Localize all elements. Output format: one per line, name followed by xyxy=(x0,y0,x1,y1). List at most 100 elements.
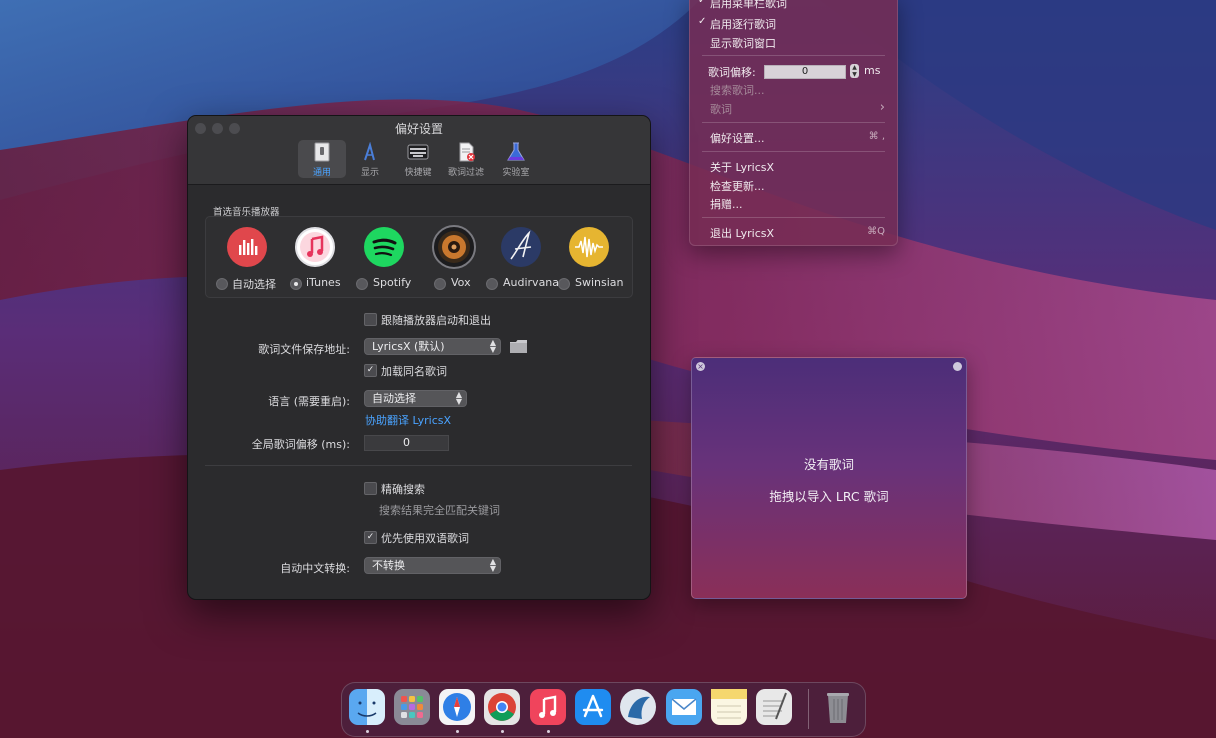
tab-display-label: 显示 xyxy=(360,168,379,178)
menu-separator xyxy=(702,217,885,218)
running-indicator xyxy=(456,730,459,733)
strict-search-label: 精确搜索 xyxy=(381,483,425,496)
auto-select-icon[interactable] xyxy=(227,227,267,267)
keyboard-icon xyxy=(407,144,429,160)
player-label-itunes: iTunes xyxy=(306,276,341,289)
menu-item-preferences[interactable]: 偏好设置... xyxy=(710,130,765,146)
player-label-swinsian: Swinsian xyxy=(575,276,624,289)
tab-lyrics-filter[interactable]: 歌词过滤 xyxy=(444,140,488,178)
load-same-name-checkbox[interactable]: ✓ xyxy=(364,364,377,377)
flask-icon xyxy=(507,142,525,161)
menu-separator xyxy=(702,122,885,123)
menu-item-search-lyrics[interactable]: 搜索歌词... xyxy=(710,82,765,98)
dock-divider xyxy=(808,689,809,729)
strict-search-checkbox[interactable] xyxy=(364,482,377,495)
drag-hint-text: 拖拽以导入 LRC 歌词 xyxy=(769,489,889,504)
radio-audirvana[interactable] xyxy=(486,278,498,290)
offset-label: 歌词偏移: xyxy=(708,66,756,79)
popup-arrows-icon: ▲ ▼ xyxy=(489,557,496,573)
menu-item-about[interactable]: 关于 LyricsX xyxy=(710,159,774,175)
save-location-popup[interactable]: LyricsX (默认) ▲ ▼ xyxy=(364,338,501,355)
notes-icon[interactable] xyxy=(711,689,747,725)
running-indicator xyxy=(547,730,550,733)
language-value: 自动选择 xyxy=(372,392,416,405)
launch-with-player-checkbox[interactable] xyxy=(364,313,377,326)
vox-icon[interactable] xyxy=(432,225,476,269)
launch-with-player-label: 跟随播放器启动和退出 xyxy=(381,314,491,327)
radio-vox[interactable] xyxy=(434,278,446,290)
save-location-label: 歌词文件保存地址: xyxy=(258,343,350,356)
music-icon[interactable] xyxy=(530,689,566,725)
audirvana-icon[interactable] xyxy=(501,227,541,267)
tab-shortcuts[interactable]: 快捷键 xyxy=(398,140,438,178)
running-indicator xyxy=(501,730,504,733)
menu-item-check-updates[interactable]: 检查更新... xyxy=(710,178,765,194)
preferences-window: 偏好设置 通用 显示 快捷键 歌词过滤 实验室 首选音乐播放器 自动选择 iTu… xyxy=(187,115,651,600)
offset-input[interactable]: 0 xyxy=(764,65,846,79)
load-same-name-label: 加载同名歌词 xyxy=(381,365,447,378)
save-location-value: LyricsX (默认) xyxy=(372,340,445,353)
radio-spotify[interactable] xyxy=(356,278,368,290)
finder-icon[interactable] xyxy=(349,689,385,725)
offset-stepper[interactable]: ▲ ▼ xyxy=(850,64,859,78)
menu-item-show-lyrics-window[interactable]: 显示歌词窗口 xyxy=(710,35,776,51)
global-offset-label: 全局歌词偏移 (ms): xyxy=(251,438,350,451)
display-font-icon xyxy=(364,142,375,161)
safari-icon[interactable] xyxy=(439,689,475,725)
menu-item-quit[interactable]: 退出 LyricsX xyxy=(710,225,774,241)
textedit-icon[interactable] xyxy=(756,689,792,725)
language-popup[interactable]: 自动选择 ▲ ▼ xyxy=(364,390,467,407)
tab-general[interactable]: 通用 xyxy=(298,140,346,178)
chrome-icon[interactable] xyxy=(484,689,520,725)
player-selection-box: 自动选择 iTunes Spotify Vox Audirvana Swinsi… xyxy=(205,216,633,298)
checkmark-icon: ✓ xyxy=(698,0,707,6)
radio-auto-select[interactable] xyxy=(216,278,228,290)
menu-separator xyxy=(702,55,885,56)
menu-item-lyrics[interactable]: 歌词 xyxy=(710,101,732,117)
folder-icon[interactable] xyxy=(510,340,527,353)
radio-itunes[interactable] xyxy=(290,278,302,290)
app-store-icon[interactable] xyxy=(575,689,611,725)
menu-item-karaoke-lyrics[interactable]: 启用逐行歌词 xyxy=(710,16,776,32)
quit-shortcut: ⌘Q xyxy=(867,226,885,237)
prefer-bilingual-label: 优先使用双语歌词 xyxy=(381,532,469,545)
checkmark-icon: ✓ xyxy=(698,16,707,27)
filter-document-icon xyxy=(459,142,475,162)
tab-shortcuts-label: 快捷键 xyxy=(404,168,432,178)
radio-swinsian[interactable] xyxy=(558,278,570,290)
tab-lab[interactable]: 实验室 xyxy=(496,140,536,178)
chinese-conversion-label: 自动中文转换: xyxy=(280,562,350,575)
spotify-icon[interactable] xyxy=(364,227,404,267)
pin-icon[interactable] xyxy=(953,362,962,371)
menu-item-menubar-lyrics[interactable]: 启用菜单栏歌词 xyxy=(710,0,787,11)
menu-separator xyxy=(702,151,885,152)
language-label: 语言 (需要重启): xyxy=(268,395,350,408)
lyricsx-icon[interactable] xyxy=(620,689,656,725)
player-label-auto: 自动选择 xyxy=(232,278,276,291)
global-offset-input[interactable]: 0 xyxy=(364,435,449,451)
help-translate-link[interactable]: 协助翻译 LyricsX xyxy=(365,412,451,428)
section-divider xyxy=(205,465,632,466)
popup-arrows-icon: ▲ ▼ xyxy=(489,338,496,354)
mail-icon[interactable] xyxy=(666,689,702,725)
launchpad-icon[interactable] xyxy=(394,689,430,725)
preferences-toolbar: 偏好设置 通用 显示 快捷键 歌词过滤 实验室 xyxy=(188,116,650,185)
dock xyxy=(341,682,866,737)
chinese-conversion-value: 不转换 xyxy=(372,559,405,572)
chinese-conversion-popup[interactable]: 不转换 ▲ ▼ xyxy=(364,557,501,574)
close-icon[interactable]: × xyxy=(696,362,705,371)
swinsian-icon[interactable] xyxy=(569,227,609,267)
lyrics-window: × 没有歌词 拖拽以导入 LRC 歌词 xyxy=(691,357,967,599)
menu-item-donate[interactable]: 捐赠... xyxy=(710,196,743,212)
player-label-audirvana: Audirvana xyxy=(503,276,560,289)
tab-display[interactable]: 显示 xyxy=(352,140,388,178)
offset-unit: ms xyxy=(864,64,881,77)
itunes-icon[interactable] xyxy=(295,227,335,267)
prefer-bilingual-checkbox[interactable]: ✓ xyxy=(364,531,377,544)
submenu-arrow-icon: › xyxy=(879,100,885,115)
tab-lab-label: 实验室 xyxy=(502,168,530,178)
no-lyrics-text: 没有歌词 xyxy=(803,457,854,472)
window-title: 偏好设置 xyxy=(394,122,443,136)
trash-icon[interactable] xyxy=(820,689,856,725)
popup-arrows-icon: ▲ ▼ xyxy=(455,390,462,406)
